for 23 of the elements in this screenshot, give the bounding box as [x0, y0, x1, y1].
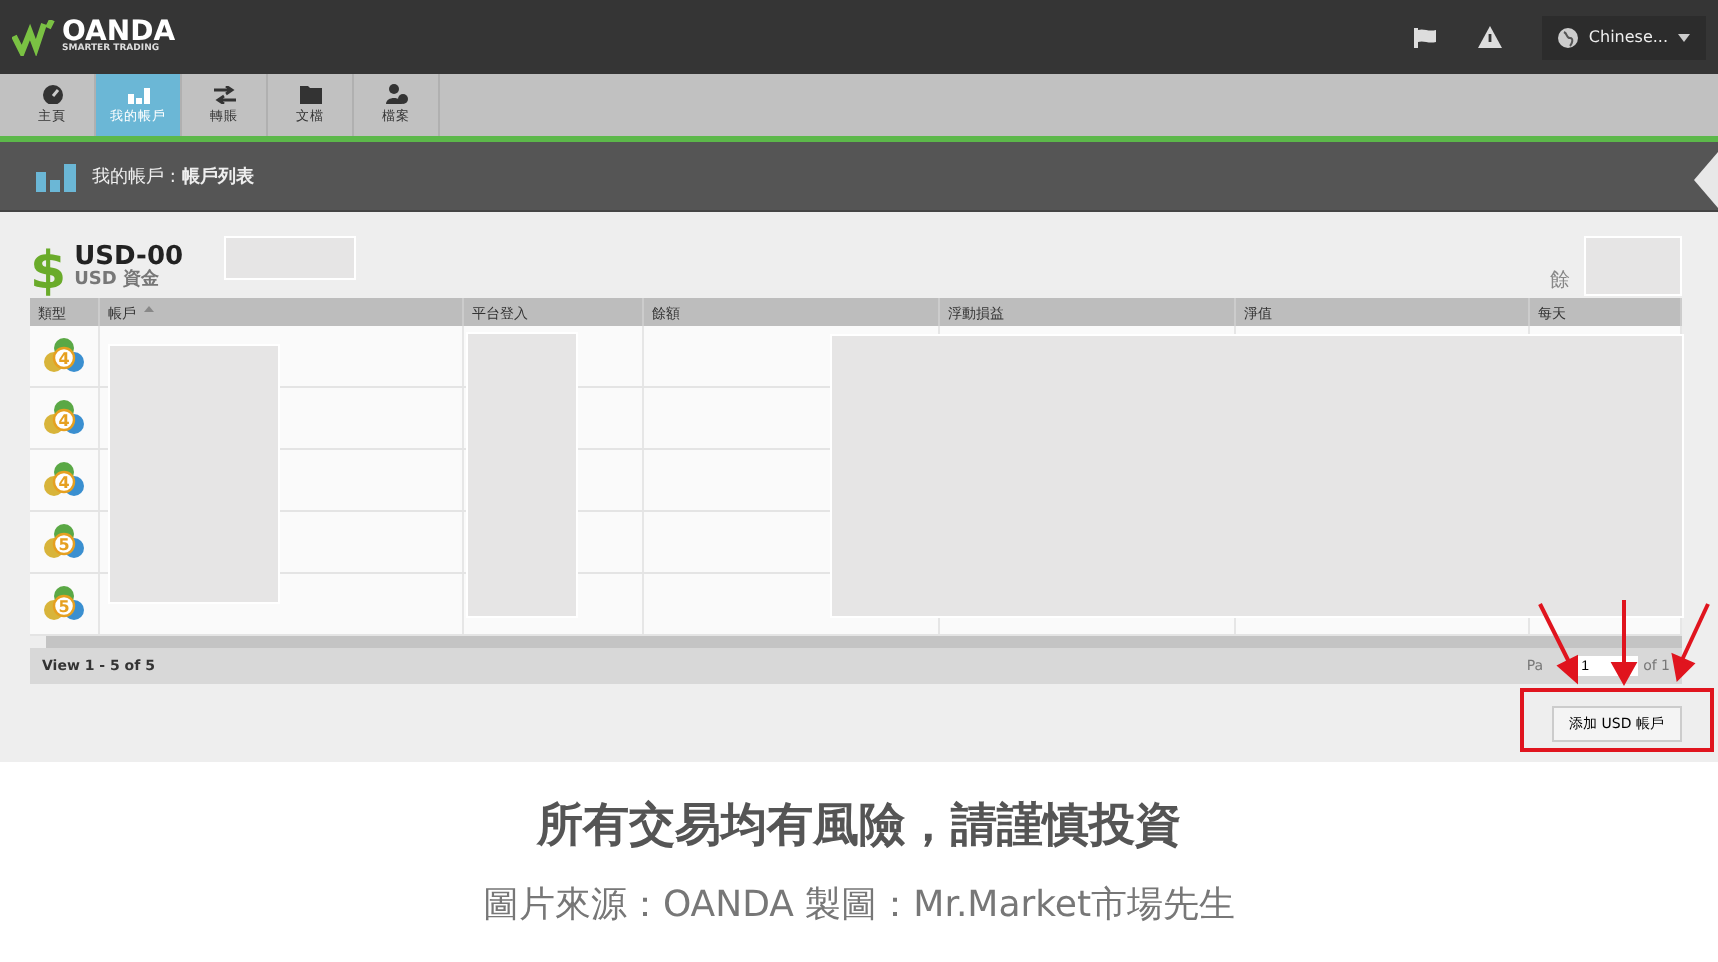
- caret-icon: [1678, 33, 1690, 41]
- account-subtitle: USD 資金: [74, 271, 161, 290]
- sort-icon: [144, 306, 154, 312]
- bar-chart-icon: [127, 85, 149, 103]
- logo-icon: [12, 19, 56, 55]
- horizontal-scrollbar[interactable]: [46, 636, 1682, 648]
- swap-arrows-icon: [213, 85, 235, 103]
- warning-icon[interactable]: [1478, 26, 1503, 48]
- caption-headline: 所有交易均有風險，請謹慎投資: [537, 798, 1181, 856]
- person-icon: [385, 84, 407, 104]
- language-dropdown[interactable]: Chinese...: [1542, 15, 1706, 59]
- caption-source: 圖片來源：OANDA 製圖：Mr.Market市場先生: [482, 882, 1236, 928]
- globe-icon: [1558, 27, 1579, 47]
- bar-chart-icon: [36, 160, 76, 192]
- breadcrumb: 我的帳戶 : 帳戶列表: [92, 164, 254, 189]
- balance-label: 餘: [1550, 268, 1570, 296]
- account-title: USD-00: [74, 243, 184, 272]
- gauge-icon: [41, 84, 63, 104]
- dollar-sign: $: [30, 246, 67, 298]
- redaction-block: [1584, 236, 1682, 296]
- redaction-block: [224, 236, 356, 280]
- folder-icon: [299, 85, 321, 103]
- flag-icon[interactable]: [1414, 27, 1439, 47]
